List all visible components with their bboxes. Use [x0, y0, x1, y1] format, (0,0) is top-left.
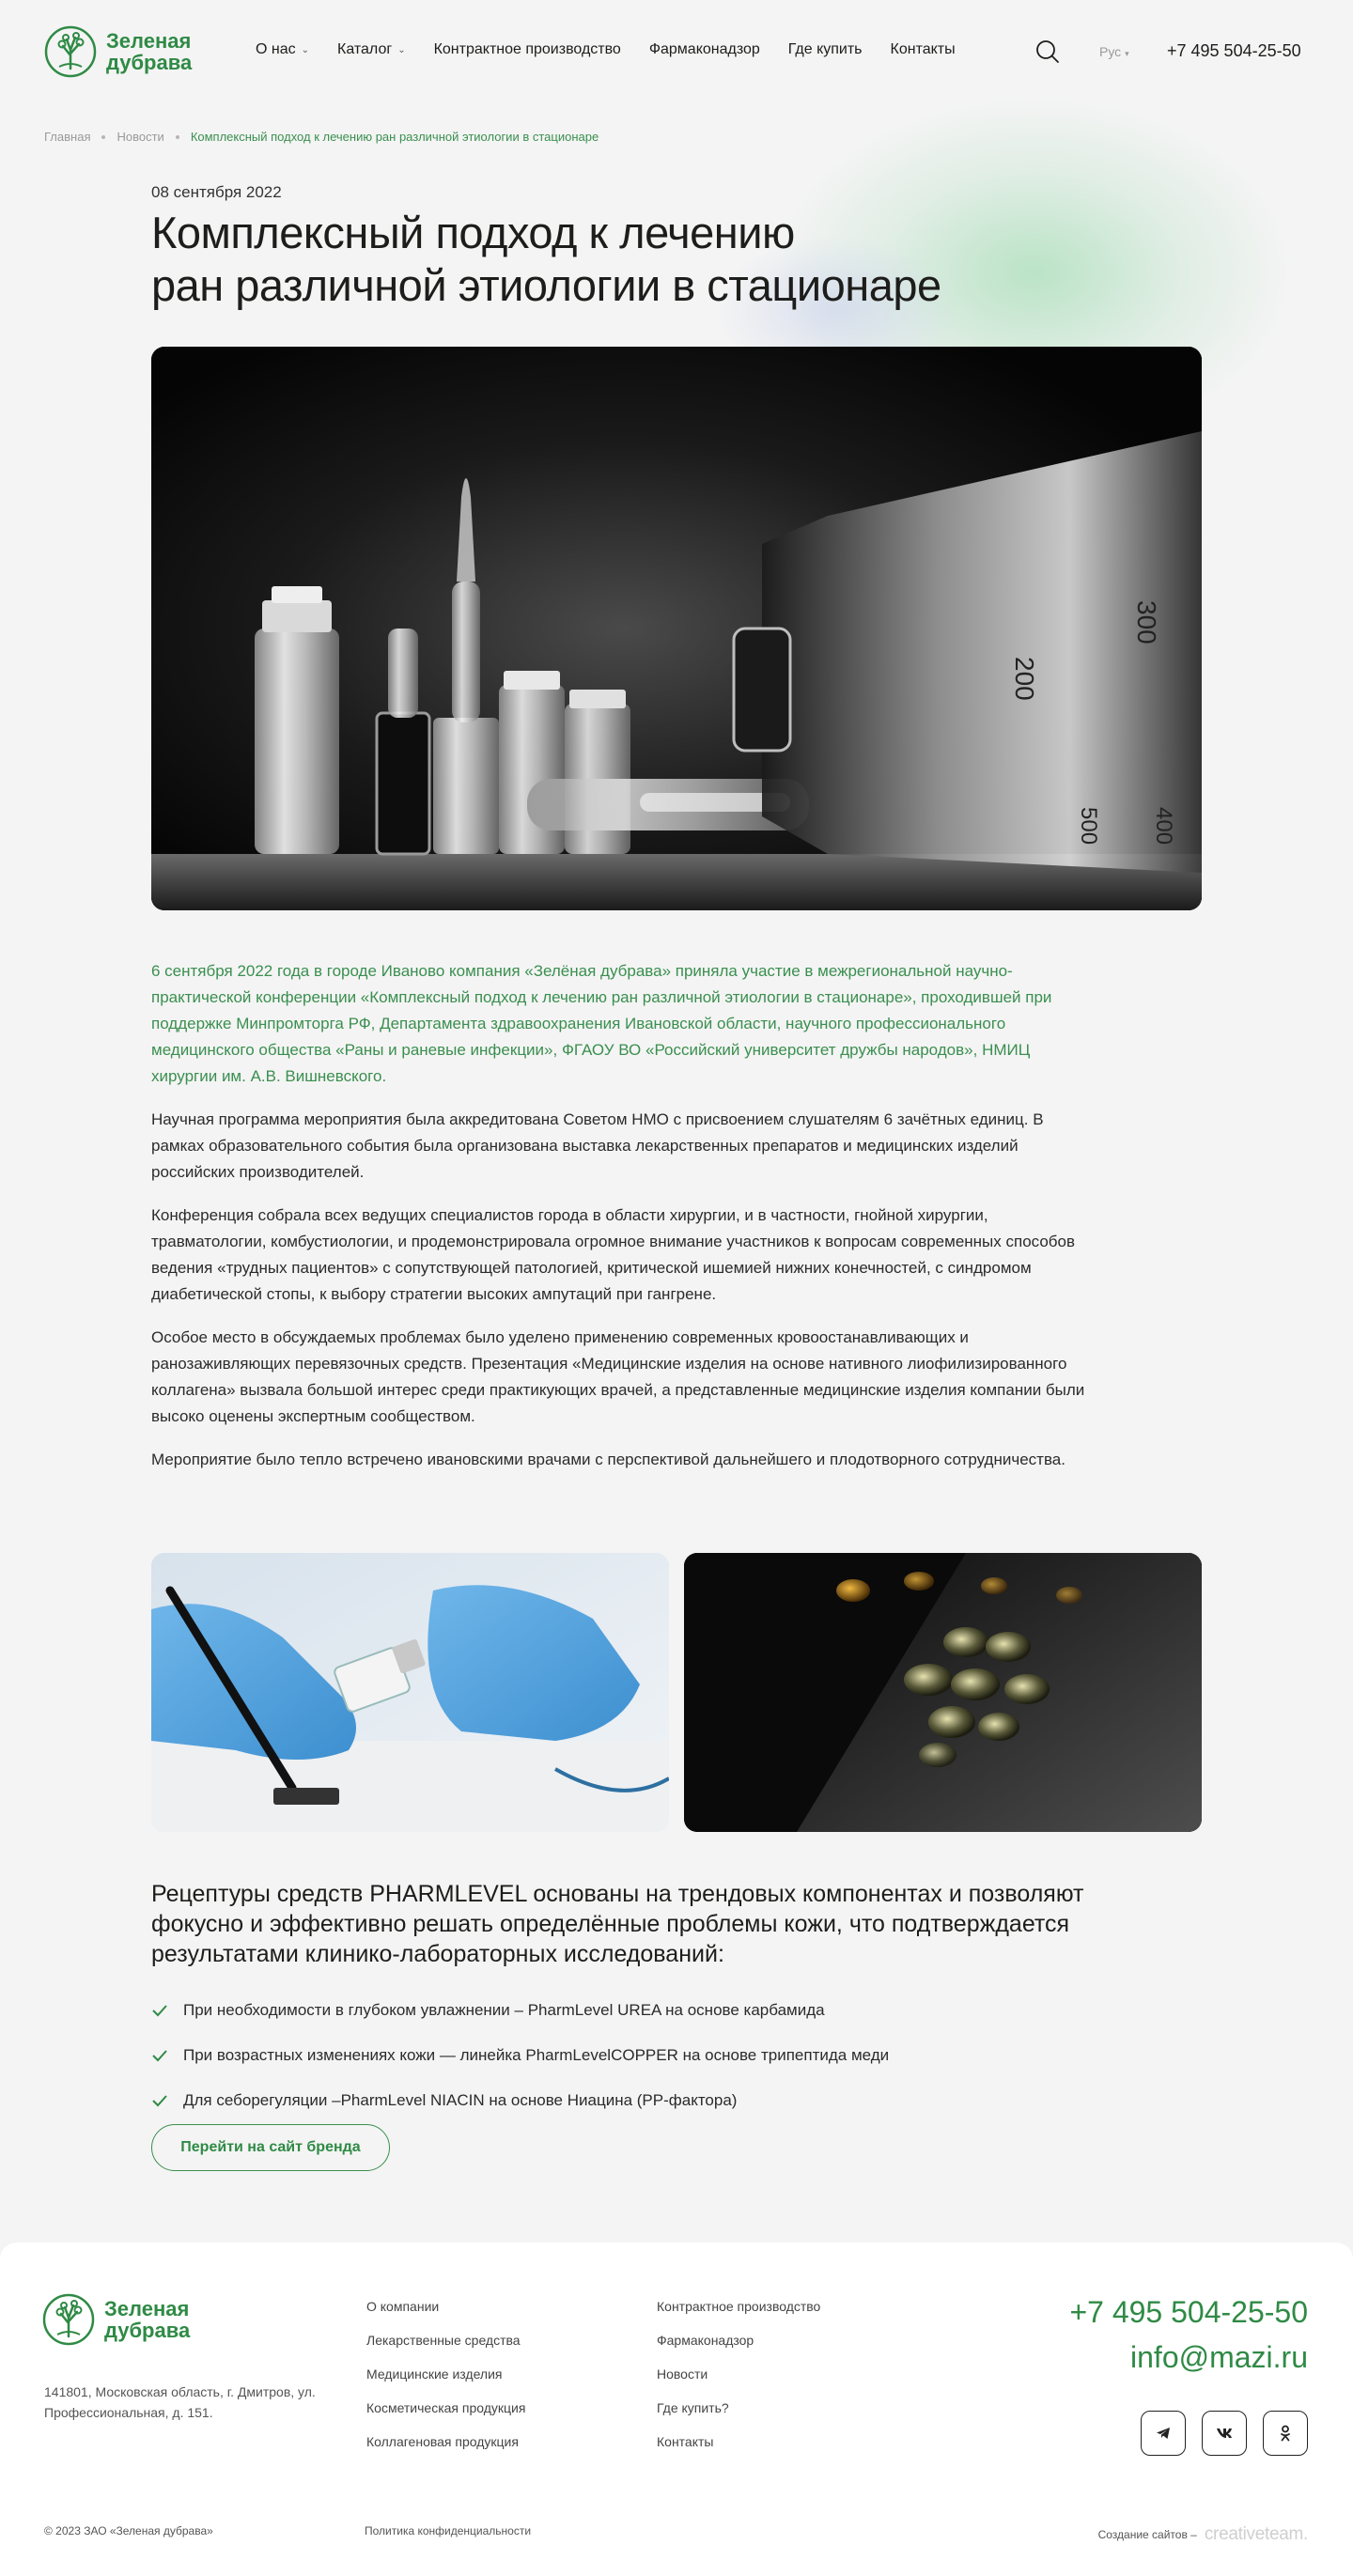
nav-item-contacts[interactable]: Контакты	[891, 41, 956, 58]
chevron-down-icon: ▾	[1125, 49, 1129, 58]
footer-email[interactable]: info@mazi.ru	[1130, 2340, 1308, 2375]
nav-label: Каталог	[337, 41, 393, 57]
check-icon	[152, 2050, 167, 2062]
footer-link[interactable]: Косметическая продукция	[366, 2400, 525, 2434]
logo-text: Зеленая дубрава	[104, 2297, 191, 2342]
logo[interactable]: Зеленая дубрава	[44, 25, 200, 78]
nav-item-catalog[interactable]: Каталог ⌄	[337, 41, 406, 58]
breadcrumb-separator	[101, 134, 106, 139]
page-title: Комплексный подход к лечению ран различн…	[151, 207, 1091, 312]
telegram-icon[interactable]	[1141, 2411, 1186, 2456]
footer-link[interactable]: Лекарственные средства	[366, 2333, 525, 2367]
benefit-text: При возрастных изменениях кожи — линейка…	[183, 2046, 890, 2064]
footer-phone[interactable]: +7 495 504-25-50	[1069, 2295, 1308, 2330]
made-by[interactable]: Создание сайтов – creativeteam.	[1097, 2524, 1309, 2545]
footer-logo[interactable]: Зеленая дубрава	[42, 2293, 198, 2346]
footer-link[interactable]: Где купить?	[657, 2400, 820, 2434]
article-body: 6 сентября 2022 года в городе Иваново ко…	[151, 958, 1091, 1490]
nav-label: Контрактное производство	[433, 41, 621, 57]
article-paragraph: Научная программа мероприятия была аккре…	[151, 1110, 1044, 1181]
footer-link[interactable]: О компании	[366, 2299, 525, 2333]
title-line-2: ран различной этиологии в стационаре	[151, 260, 941, 310]
nav-item-contract[interactable]: Контрактное производство	[434, 41, 621, 58]
footer-menu-products: О компании Лекарственные средства Медици…	[366, 2299, 525, 2468]
photo-gloves-vial	[151, 1553, 669, 1832]
brand-site-button[interactable]: Перейти на сайт бренда	[151, 2124, 390, 2171]
list-item: При возрастных изменениях кожи — линейка…	[151, 2033, 889, 2078]
copyright: © 2023 ЗАО «Зеленая дубрава»	[44, 2524, 213, 2537]
search-icon[interactable]	[1035, 39, 1060, 64]
list-item: Для себорегуляции –PharmLevel NIACIN на …	[151, 2078, 889, 2123]
footer-link[interactable]: Контрактное производство	[657, 2299, 820, 2333]
logo-tree-icon	[42, 2293, 95, 2346]
made-by-label: Создание сайтов –	[1097, 2528, 1197, 2541]
breadcrumb-separator	[175, 134, 179, 139]
formula-text: Рецептуры средств PHARMLEVEL основаны на…	[151, 1881, 1084, 1967]
nav-label: Где купить	[787, 41, 863, 57]
title-line-1: Комплексный подход к лечению	[151, 208, 795, 257]
studio-logo: creativeteam.	[1204, 2524, 1308, 2544]
benefit-text: При необходимости в глубоком увлажнении …	[183, 2001, 825, 2019]
site-header: Зеленая дубрава О нас ⌄ Каталог ⌄ Контра…	[0, 0, 1353, 105]
article-lead: 6 сентября 2022 года в городе Иваново ко…	[151, 962, 1052, 1085]
footer-link[interactable]: Новости	[657, 2367, 820, 2400]
nav-item-about[interactable]: О нас ⌄	[256, 41, 309, 58]
social-links	[1141, 2411, 1308, 2456]
footer-link[interactable]: Контакты	[657, 2434, 820, 2468]
nav-label: О нас	[256, 41, 296, 57]
logo-tree-icon	[44, 25, 97, 78]
nav-item-pharmacovigilance[interactable]: Фармаконадзор	[649, 41, 760, 58]
privacy-policy-link[interactable]: Политика конфиденциальности	[365, 2524, 531, 2537]
photo-capsules	[684, 1553, 1202, 1832]
article-paragraph: Особое место в обсуждаемых проблемах был…	[151, 1328, 1085, 1425]
footer-link[interactable]: Медицинские изделия	[366, 2367, 525, 2400]
footer-menu-company: Контрактное производство Фармаконадзор Н…	[657, 2299, 820, 2468]
article-paragraph: Мероприятие было тепло встречено ивановс…	[151, 1451, 1065, 1468]
article-date: 08 сентября 2022	[151, 183, 282, 201]
chevron-down-icon: ⌄	[301, 44, 310, 55]
odnoklassniki-icon[interactable]	[1263, 2411, 1308, 2456]
nav-label: Фармаконадзор	[648, 41, 760, 57]
breadcrumb-news[interactable]: Новости	[117, 130, 163, 144]
benefits-list: При необходимости в глубоком увлажнении …	[151, 1988, 889, 2123]
svg-text:500: 500	[1076, 807, 1101, 845]
footer-address: 141801, Московская область, г. Дмитров, …	[44, 2384, 316, 2420]
svg-text:200: 200	[1010, 657, 1039, 701]
list-item: При необходимости в глубоком увлажнении …	[151, 1988, 889, 2033]
language-label: Рус	[1099, 44, 1122, 59]
article-paragraph: Конференция собрала всех ведущих специал…	[151, 1206, 1076, 1303]
check-icon	[152, 2095, 167, 2107]
hero-image-vials: 200 300 500 400	[151, 347, 1202, 910]
breadcrumb-current: Комплексный подход к лечению ран различн…	[190, 130, 599, 144]
footer-link[interactable]: Коллагеновая продукция	[366, 2434, 525, 2468]
logo-text: Зеленая дубрава	[106, 29, 193, 74]
vk-icon[interactable]	[1202, 2411, 1247, 2456]
nav-item-where-to-buy[interactable]: Где купить	[788, 41, 863, 58]
breadcrumb-home[interactable]: Главная	[44, 130, 90, 144]
breadcrumb: Главная Новости Комплексный подход к леч…	[44, 130, 599, 144]
svg-text:400: 400	[1151, 807, 1176, 845]
main-nav: О нас ⌄ Каталог ⌄ Контрактное производст…	[256, 41, 984, 58]
benefit-text: Для себорегуляции –PharmLevel NIACIN на …	[183, 2091, 738, 2109]
language-switcher[interactable]: Рус ▾	[1099, 44, 1129, 59]
nav-label: Контакты	[890, 41, 956, 57]
site-footer: Зеленая дубрава 141801, Московская облас…	[0, 2242, 1353, 2576]
check-icon	[152, 2005, 167, 2017]
svg-text:300: 300	[1132, 600, 1161, 644]
footer-link[interactable]: Фармаконадзор	[657, 2333, 820, 2367]
header-phone[interactable]: +7 495 504-25-50	[1167, 41, 1301, 61]
chevron-down-icon: ⌄	[397, 44, 406, 55]
